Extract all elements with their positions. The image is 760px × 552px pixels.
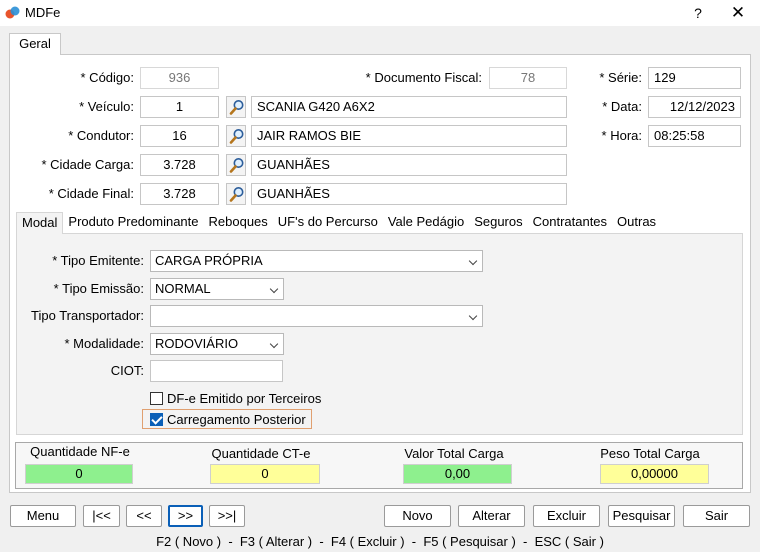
sub-tab-bar: Modal Produto Predominante Reboques UF's…	[16, 212, 661, 234]
condutor-desc-field: JAIR RAMOS BIE	[251, 125, 567, 147]
condutor-code-field[interactable]: 16	[140, 125, 219, 147]
dfe-terceiros-checkbox[interactable]	[150, 391, 163, 405]
veiculo-lookup-button[interactable]	[226, 96, 246, 118]
app-logo-icon	[5, 6, 20, 19]
serie-label: * Série:	[599, 70, 642, 85]
serie-field[interactable]: 129	[648, 67, 741, 89]
pesquisar-button[interactable]: Pesquisar	[608, 505, 675, 527]
tab-vale-pedagio[interactable]: Vale Pedágio	[383, 212, 469, 234]
menu-button[interactable]: Menu	[10, 505, 76, 527]
peso-total-value: 0,00000	[600, 464, 709, 484]
tipo-emitente-select[interactable]: CARGA PRÓPRIA	[150, 250, 483, 272]
tipo-emissao-value: NORMAL	[155, 281, 211, 296]
codigo-label: * Código:	[80, 70, 134, 85]
veiculo-desc-field: SCANIA G420 A6X2	[251, 96, 567, 118]
tipo-emitente-value: CARGA PRÓPRIA	[155, 253, 263, 268]
tab-reboques[interactable]: Reboques	[204, 212, 273, 234]
tipo-emitente-label: * Tipo Emitente:	[52, 253, 144, 268]
qtd-cte-value: 0	[210, 464, 320, 484]
tab-modal[interactable]: Modal	[16, 212, 64, 234]
first-record-button[interactable]: |<<	[83, 505, 120, 527]
modalidade-select[interactable]: RODOVIÁRIO	[150, 333, 284, 355]
tab-ufs-percurso[interactable]: UF's do Percurso	[273, 212, 383, 234]
magnifier-icon	[229, 158, 244, 173]
cidade-carga-code-field[interactable]: 3.728	[140, 154, 219, 176]
chevron-down-icon	[269, 284, 279, 294]
cidade-final-desc-field: GUANHÃES	[251, 183, 567, 205]
qtd-cte-label: Quantidade CT-e	[211, 446, 311, 461]
cidade-carga-desc-field: GUANHÃES	[251, 154, 567, 176]
condutor-lookup-button[interactable]	[226, 125, 246, 147]
carregamento-posterior-checkbox[interactable]	[150, 412, 163, 426]
peso-total-label: Peso Total Carga	[600, 446, 700, 461]
carregamento-posterior-label: Carregamento Posterior	[167, 411, 306, 427]
cidade-carga-label: * Cidade Carga:	[41, 157, 135, 172]
dfe-terceiros-checkbox-row[interactable]: DF-e Emitido por Terceiros	[150, 390, 321, 406]
carregamento-posterior-checkbox-row[interactable]: Carregamento Posterior	[142, 409, 312, 429]
tab-produto-predominante[interactable]: Produto Predominante	[63, 212, 203, 234]
valor-total-value: 0,00	[403, 464, 512, 484]
help-button[interactable]: ?	[688, 2, 708, 24]
tipo-transportador-select[interactable]	[150, 305, 483, 327]
novo-button[interactable]: Novo	[384, 505, 451, 527]
close-button[interactable]: ✕	[725, 2, 751, 24]
tab-seguros[interactable]: Seguros	[469, 212, 527, 234]
hora-label: * Hora:	[601, 128, 642, 143]
magnifier-icon	[229, 100, 244, 115]
dfe-terceiros-label: DF-e Emitido por Terceiros	[167, 390, 322, 406]
tab-contratantes[interactable]: Contratantes	[528, 212, 612, 234]
cidade-carga-lookup-button[interactable]	[226, 154, 246, 176]
chevron-down-icon	[269, 339, 279, 349]
cidade-final-lookup-button[interactable]	[226, 183, 246, 205]
tab-outras[interactable]: Outras	[612, 212, 661, 234]
condutor-label: * Condutor:	[68, 128, 134, 143]
qtd-nfe-label: Quantidade NF-e	[30, 444, 130, 459]
modalidade-value: RODOVIÁRIO	[155, 336, 239, 351]
alterar-button[interactable]: Alterar	[458, 505, 525, 527]
ciot-label: CIOT:	[110, 363, 144, 378]
veiculo-label: * Veículo:	[79, 99, 134, 114]
tipo-emissao-select[interactable]: NORMAL	[150, 278, 284, 300]
last-record-button[interactable]: >>|	[209, 505, 245, 527]
magnifier-icon	[229, 129, 244, 144]
chevron-down-icon	[468, 256, 478, 266]
hora-field[interactable]: 08:25:58	[648, 125, 741, 147]
prev-record-button[interactable]: <<	[126, 505, 162, 527]
shortcut-status-bar: F2 ( Novo ) - F3 ( Alterar ) - F4 ( Excl…	[156, 534, 604, 549]
data-label: * Data:	[602, 99, 642, 114]
sair-button[interactable]: Sair	[683, 505, 750, 527]
next-record-button[interactable]: >>	[168, 505, 203, 527]
veiculo-code-field[interactable]: 1	[140, 96, 219, 118]
documento-fiscal-label: * Documento Fiscal:	[365, 70, 482, 85]
window-title: MDFe	[25, 5, 61, 20]
ciot-field[interactable]	[150, 360, 283, 382]
cidade-final-label: * Cidade Final:	[48, 186, 134, 201]
cidade-final-code-field[interactable]: 3.728	[140, 183, 219, 205]
documento-fiscal-field: 78	[489, 67, 567, 89]
tipo-emissao-label: * Tipo Emissão:	[53, 281, 144, 296]
valor-total-label: Valor Total Carga	[404, 446, 504, 461]
qtd-nfe-value: 0	[25, 464, 133, 484]
data-field[interactable]: 12/12/2023	[648, 96, 741, 118]
codigo-field: 936	[140, 67, 219, 89]
tipo-transportador-label: Tipo Transportador:	[31, 308, 144, 323]
modalidade-label: * Modalidade:	[64, 336, 145, 351]
chevron-down-icon	[468, 311, 478, 321]
tab-geral[interactable]: Geral	[9, 33, 61, 55]
excluir-button[interactable]: Excluir	[533, 505, 600, 527]
title-bar: MDFe ? ✕	[0, 0, 760, 26]
magnifier-icon	[229, 187, 244, 202]
